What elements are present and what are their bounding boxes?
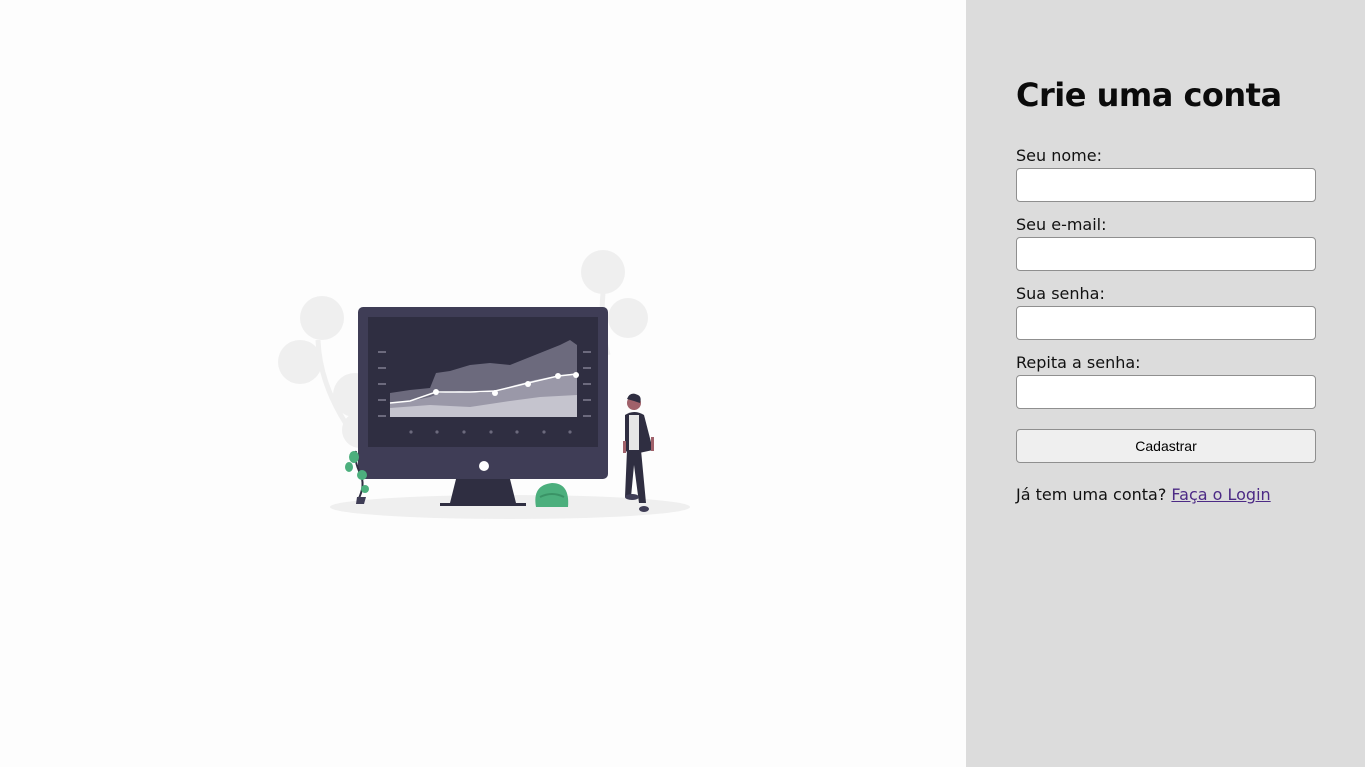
name-field-group: Seu nome: — [1016, 145, 1316, 202]
login-prompt-text: Já tem uma conta? — [1016, 485, 1167, 504]
repeat-password-input[interactable] — [1016, 375, 1316, 409]
illustration-panel — [0, 0, 966, 767]
form-title: Crie uma conta — [1016, 76, 1282, 114]
monitor — [358, 307, 608, 506]
email-field-group: Seu e-mail: — [1016, 214, 1316, 271]
repeat-password-label: Repita a senha: — [1016, 353, 1141, 372]
password-field-group: Sua senha: — [1016, 283, 1316, 340]
dashboard-illustration — [278, 250, 690, 519]
email-label: Seu e-mail: — [1016, 215, 1107, 234]
person-figure — [623, 393, 654, 512]
email-input[interactable] — [1016, 237, 1316, 271]
signup-panel: Crie uma conta Seu nome: Seu e-mail: Sua… — [966, 0, 1365, 767]
password-label: Sua senha: — [1016, 284, 1105, 303]
signup-form: Crie uma conta Seu nome: Seu e-mail: Sua… — [1016, 74, 1316, 506]
repeat-password-field-group: Repita a senha: — [1016, 352, 1316, 409]
name-input[interactable] — [1016, 168, 1316, 202]
green-bush — [535, 483, 569, 507]
register-button[interactable]: Cadastrar — [1016, 429, 1316, 463]
password-input[interactable] — [1016, 306, 1316, 340]
login-prompt-line: Já tem uma conta? Faça o Login — [1016, 484, 1316, 506]
name-label: Seu nome: — [1016, 146, 1102, 165]
login-link[interactable]: Faça o Login — [1171, 485, 1270, 504]
